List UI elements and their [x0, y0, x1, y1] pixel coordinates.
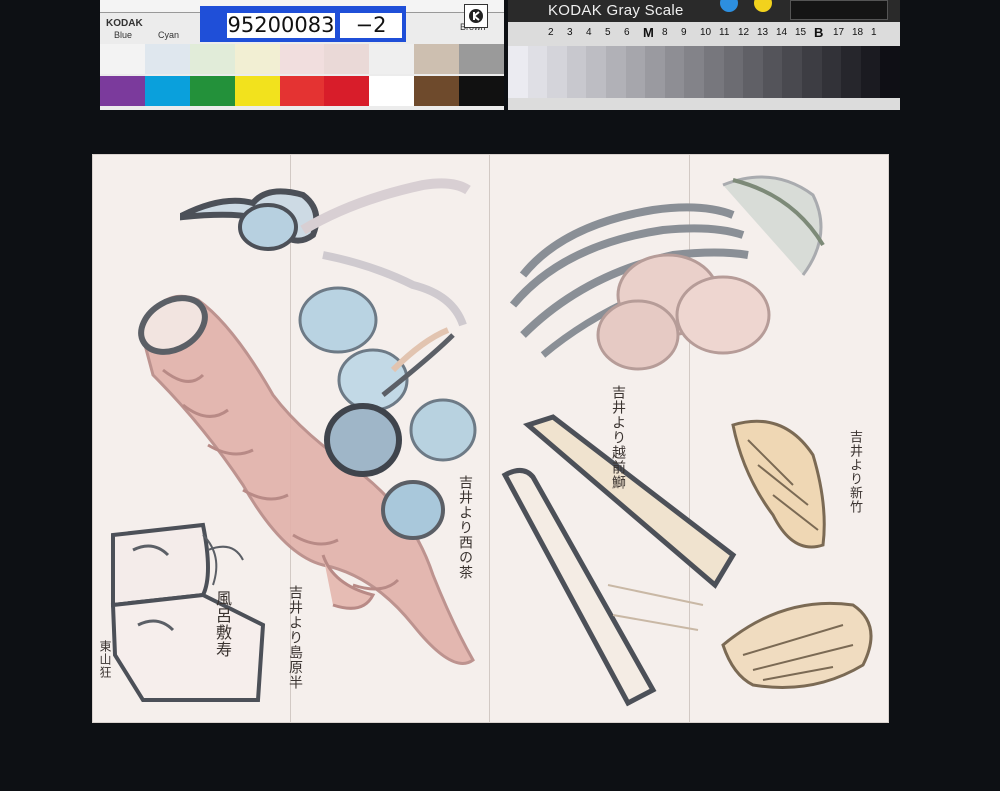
yam-bundle-drawing	[509, 175, 825, 371]
kodak-logo-icon	[464, 4, 488, 28]
patch	[459, 76, 504, 106]
gray-step	[684, 46, 704, 98]
gray-scale-mark: 12	[738, 27, 750, 38]
gray-step	[782, 46, 802, 98]
gray-step	[664, 46, 685, 98]
gray-step	[508, 46, 528, 98]
catalog-number: 95200083	[227, 13, 335, 38]
gray-step	[645, 46, 665, 98]
inscription-yam: 吉井より島原半	[287, 585, 303, 690]
gray-scale-mark: 3	[567, 27, 573, 38]
inscription-mushroom: 吉井より新竹	[847, 430, 862, 514]
patch	[189, 76, 235, 106]
gray-scale-mark: 5	[605, 27, 611, 38]
gray-scale-mark: 13	[757, 27, 769, 38]
gray-step	[801, 46, 822, 98]
gray-step	[605, 46, 626, 98]
patch	[234, 44, 280, 74]
gray-scale-mark: 17	[833, 27, 845, 38]
gray-scale-mark: 8	[662, 27, 668, 38]
gray-scale-mark: 4	[586, 27, 592, 38]
patch	[459, 44, 504, 74]
gray-step	[841, 46, 861, 98]
patch	[100, 44, 145, 74]
patch	[369, 44, 415, 74]
gray-step	[762, 46, 783, 98]
patch	[189, 44, 235, 74]
label-cyan: Cyan	[158, 30, 180, 40]
patch	[279, 44, 325, 74]
gray-step	[821, 46, 842, 98]
gray-step	[743, 46, 763, 98]
gray-scale-mark: M	[643, 25, 654, 40]
patch	[369, 76, 415, 106]
gray-scale-mark: 15	[795, 27, 807, 38]
catalog-id-label: 95200083 −2	[200, 6, 406, 42]
gray-scale-mark: 14	[776, 27, 788, 38]
gray-step	[527, 46, 548, 98]
color-patch-row-upper	[100, 44, 504, 74]
patch	[324, 44, 370, 74]
dark-tab	[790, 0, 888, 20]
gray-scale-mark: 10	[700, 27, 712, 38]
gray-scale-card: KODAK Gray Scale 2 3 4 5 6 M 8 9 10 11 12 13 14 15 B 17…	[508, 0, 900, 110]
gray-steps	[508, 46, 900, 98]
artist-signature: 東山狂	[98, 640, 112, 679]
inscription-radish: 吉井より西の茶	[457, 475, 473, 580]
gray-step	[880, 46, 900, 98]
gray-step	[625, 46, 646, 98]
gray-scale-mark: 1	[871, 27, 877, 38]
gray-scale-numbers: 2 3 4 5 6 M 8 9 10 11 12 13 14 15 B 17 18 1	[508, 25, 900, 43]
gray-step	[547, 46, 567, 98]
gray-scale-mark: 18	[852, 27, 864, 38]
gray-step	[703, 46, 724, 98]
gray-step	[860, 46, 881, 98]
gray-scale-mark: 6	[624, 27, 630, 38]
patch	[144, 44, 190, 74]
patch	[279, 76, 325, 106]
patch	[144, 76, 190, 106]
gray-step	[723, 46, 744, 98]
gray-scale-title: KODAK Gray Scale	[548, 2, 684, 19]
label-blue: Blue	[114, 30, 133, 40]
kodak-brand-left: KODAK	[106, 18, 143, 29]
gray-step	[586, 46, 606, 98]
gray-scale-mark: 2	[548, 27, 554, 38]
patch	[234, 76, 280, 106]
patch	[414, 76, 460, 106]
wrapped-box-drawing	[110, 522, 266, 702]
catalog-suffix: −2	[340, 13, 402, 38]
gray-step	[566, 46, 587, 98]
inscription-box: 風呂敷寿	[213, 590, 232, 658]
patch	[414, 44, 460, 74]
patch	[324, 76, 370, 106]
gray-scale-mark: 11	[719, 27, 730, 38]
inscription-vegetables: 吉井より越前鰤	[610, 385, 626, 490]
gray-scale-mark: B	[814, 25, 824, 40]
gray-scale-mark: 9	[681, 27, 687, 38]
color-patch-row-lower	[100, 76, 504, 106]
patch	[100, 76, 145, 106]
